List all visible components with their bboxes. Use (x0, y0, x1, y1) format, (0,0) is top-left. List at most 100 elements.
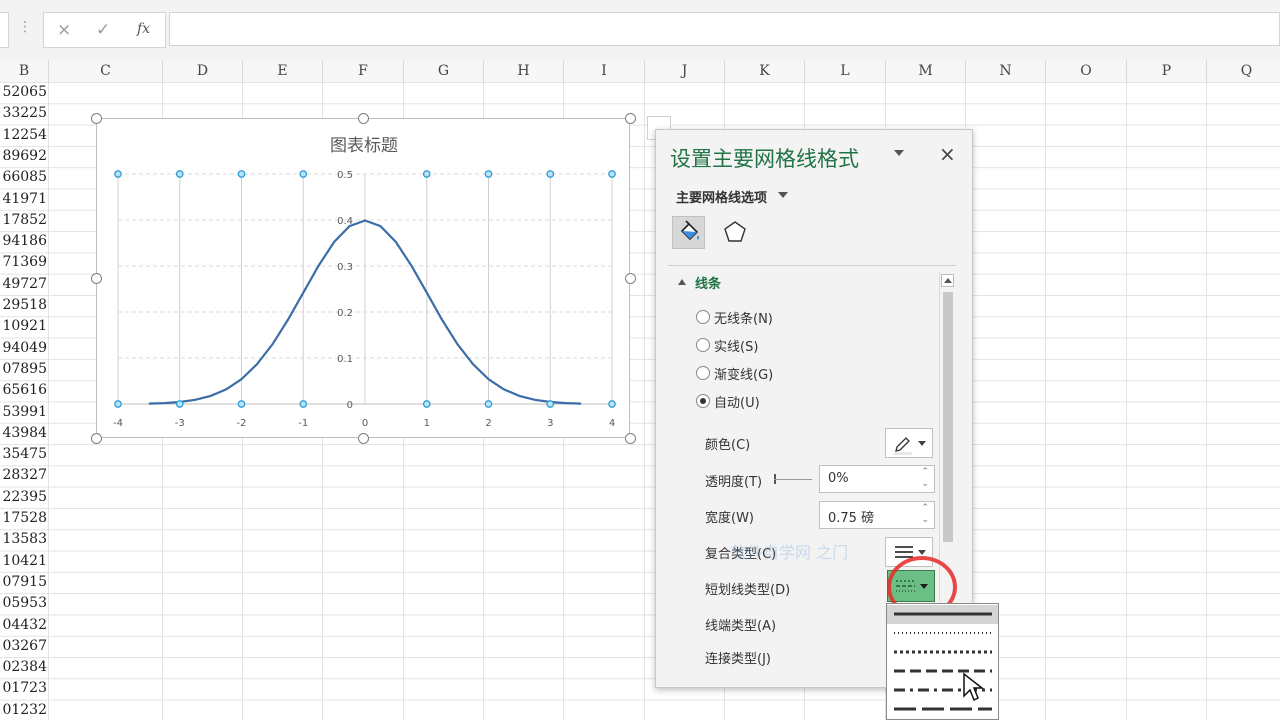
radio-label-solid-line[interactable]: 实线(S) (714, 336, 758, 355)
column-header-f[interactable]: F (323, 60, 404, 82)
chart-resize-handle[interactable] (625, 113, 636, 124)
transparency-value[interactable]: 0% (828, 471, 849, 486)
cell-b-value[interactable]: 28327 (0, 465, 47, 486)
column-header-k[interactable]: K (725, 60, 805, 82)
cell-b-value[interactable]: 66085 (0, 167, 47, 188)
column-header-m[interactable]: M (886, 60, 966, 82)
gridline-selection-marker[interactable] (175, 400, 184, 408)
cell-b-value[interactable]: 53991 (0, 402, 47, 423)
spin-down-icon[interactable]: ⌄ (921, 479, 929, 489)
gridline-selection-marker[interactable] (299, 170, 308, 178)
column-header-l[interactable]: L (805, 60, 886, 82)
insert-function-icon[interactable]: fx (137, 21, 150, 37)
gridline-selection-marker[interactable] (422, 400, 431, 408)
cell-b-value[interactable]: 10921 (0, 316, 47, 337)
cell-b-value[interactable]: 07915 (0, 572, 47, 593)
radio-solid-line[interactable] (696, 338, 710, 352)
dash-option-square-dot[interactable] (887, 643, 998, 662)
fill-line-tab[interactable] (672, 216, 705, 249)
cell-b-value[interactable]: 49727 (0, 274, 47, 295)
gridline-options-label[interactable]: 主要网格线选项 (676, 187, 767, 206)
pane-options-chevron-icon[interactable] (894, 150, 904, 156)
effects-tab[interactable] (719, 216, 752, 249)
chart-resize-handle[interactable] (358, 433, 369, 444)
cell-b-value[interactable]: 17528 (0, 508, 47, 529)
radio-label-gradient-line[interactable]: 渐变线(G) (714, 364, 773, 383)
gridline-selection-marker[interactable] (175, 170, 184, 178)
radio-label-automatic[interactable]: 自动(U) (714, 392, 760, 411)
column-header-q[interactable]: Q (1207, 60, 1280, 82)
cell-b-value[interactable]: 02384 (0, 657, 47, 678)
dash-option-round-dot[interactable] (887, 624, 998, 643)
chart-resize-handle[interactable] (625, 433, 636, 444)
cell-b-value[interactable]: 22395 (0, 487, 47, 508)
cell-b-value[interactable]: 07895 (0, 359, 47, 380)
cell-b-value[interactable]: 01232 (0, 700, 47, 721)
cell-b-value[interactable]: 13583 (0, 529, 47, 550)
cell-b-value[interactable]: 94186 (0, 231, 47, 252)
formula-input[interactable] (169, 12, 1280, 46)
cell-b-value[interactable]: 52065 (0, 82, 47, 103)
gridline-selection-marker[interactable] (114, 400, 122, 408)
column-header-o[interactable]: O (1046, 60, 1127, 82)
chart-area[interactable]: 图表标题 0 0.1 0.2 0.3 0.4 0.5 -4 -3 -2 -1 0 1 2 3 4 (96, 118, 630, 438)
gridline-selection-marker[interactable] (484, 400, 493, 408)
gridline-selection-marker[interactable] (608, 170, 616, 178)
chart-plot[interactable]: 0 0.1 0.2 0.3 0.4 0.5 -4 -3 -2 -1 0 1 2 3 4 (97, 119, 631, 439)
cancel-icon[interactable]: × (57, 20, 71, 40)
cell-b-value[interactable]: 04432 (0, 615, 47, 636)
chart-resize-handle[interactable] (91, 113, 102, 124)
cell-b-value[interactable]: 65616 (0, 380, 47, 401)
cell-b-value[interactable]: 94049 (0, 338, 47, 359)
column-header-b[interactable]: B (0, 60, 49, 82)
transparency-input[interactable]: 0% ⌃ ⌄ (819, 465, 935, 493)
radio-no-line[interactable] (696, 310, 710, 324)
gridline-selection-marker[interactable] (299, 400, 308, 408)
cell-b-value[interactable]: 33225 (0, 103, 47, 124)
cell-b-value[interactable]: 10421 (0, 551, 47, 572)
gridline-selection-marker[interactable] (422, 170, 431, 178)
formula-bar-grip-icon[interactable]: ⋮ (18, 19, 32, 35)
column-header-c[interactable]: C (49, 60, 163, 82)
cell-b-value[interactable]: 03267 (0, 636, 47, 657)
column-header-n[interactable]: N (966, 60, 1046, 82)
spin-down-icon[interactable]: ⌄ (921, 515, 929, 525)
radio-label-no-line[interactable]: 无线条(N) (714, 308, 773, 327)
gridline-options-chevron-icon[interactable] (778, 192, 788, 198)
gridline-selection-marker[interactable] (546, 400, 555, 408)
scroll-up-icon[interactable] (941, 274, 954, 287)
name-box[interactable] (0, 12, 9, 48)
radio-gradient-line[interactable] (696, 366, 710, 380)
gridline-selection-marker[interactable] (484, 170, 493, 178)
column-header-j[interactable]: J (645, 60, 725, 82)
dash-option-solid[interactable] (887, 605, 998, 624)
cell-b-value[interactable]: 41971 (0, 189, 47, 210)
scrollbar-thumb[interactable] (943, 292, 953, 542)
cell-b-value[interactable]: 71369 (0, 252, 47, 273)
gridline-selection-marker[interactable] (608, 400, 616, 408)
column-header-h[interactable]: H (484, 60, 564, 82)
cell-b-value[interactable]: 89692 (0, 146, 47, 167)
chart-resize-handle[interactable] (625, 273, 636, 284)
transparency-slider[interactable] (774, 479, 812, 480)
radio-automatic[interactable] (696, 394, 710, 408)
line-section-title[interactable]: 线条 (695, 273, 721, 292)
color-picker-button[interactable] (885, 428, 933, 458)
cell-b-value[interactable]: 29518 (0, 295, 47, 316)
chart-resize-handle[interactable] (91, 433, 102, 444)
spin-up-icon[interactable]: ⌃ (921, 503, 929, 513)
close-icon[interactable]: × (939, 142, 956, 166)
gridline-selection-marker[interactable] (237, 400, 246, 408)
spin-up-icon[interactable]: ⌃ (921, 467, 929, 477)
gridline-selection-marker[interactable] (237, 170, 246, 178)
cell-b-value[interactable]: 01723 (0, 678, 47, 699)
column-header-e[interactable]: E (243, 60, 323, 82)
chart-resize-handle[interactable] (91, 273, 102, 284)
cell-b-value[interactable]: 17852 (0, 210, 47, 231)
cell-b-value[interactable]: 43984 (0, 423, 47, 444)
column-header-i[interactable]: I (564, 60, 645, 82)
cell-b-value[interactable]: 12254 (0, 125, 47, 146)
width-input[interactable]: 0.75 磅 ⌃ ⌄ (819, 501, 935, 529)
section-collapse-icon[interactable] (678, 279, 686, 285)
cell-b-value[interactable]: 35475 (0, 444, 47, 465)
